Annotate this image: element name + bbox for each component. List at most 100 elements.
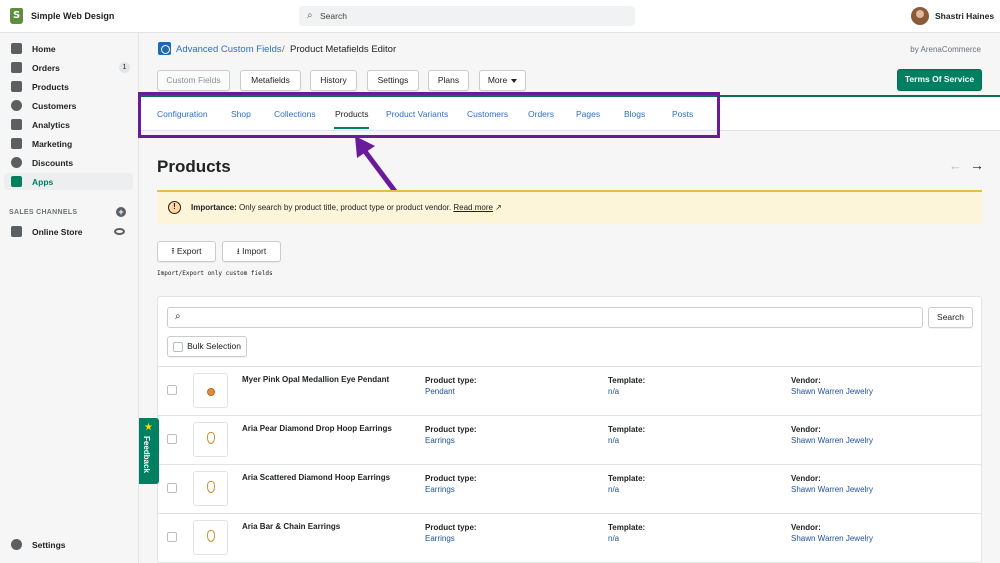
analytics-icon <box>11 119 22 130</box>
sidebar-item-home[interactable]: Home <box>4 40 133 57</box>
search-placeholder: Search <box>320 11 347 21</box>
template-value: n/a <box>608 485 620 494</box>
breadcrumb-current-page: Product Metafields Editor <box>290 44 397 55</box>
page-title: Products <box>157 157 231 176</box>
table-row[interactable]: Aria Bar & Chain Earrings Product type: … <box>158 513 981 562</box>
upload-icon: ⭱ <box>171 246 175 256</box>
bulk-selection-button[interactable]: Bulk Selection <box>167 336 247 357</box>
global-search-input[interactable]: ⌕ Search <box>299 6 635 26</box>
vendor-label: Vendor: <box>791 425 821 434</box>
product-type-label: Product type: <box>425 474 477 483</box>
product-thumbnail[interactable] <box>193 471 228 506</box>
top-bar: Simple Web Design ⌕ Search Shastri Haine… <box>0 0 1000 33</box>
feedback-tab[interactable]: ★ Feedback <box>139 418 159 484</box>
sidebar-item-label: Products <box>32 82 69 92</box>
sales-channels-header: SALES CHANNELS <box>9 209 78 216</box>
export-button[interactable]: ⭱ Export <box>157 241 216 262</box>
import-label: Import <box>242 246 267 256</box>
store-name[interactable]: Simple Web Design <box>31 11 114 21</box>
add-sales-channel-icon[interactable]: + <box>116 207 126 217</box>
row-checkbox[interactable] <box>167 532 177 542</box>
row-checkbox[interactable] <box>167 483 177 493</box>
sidebar-item-label: Analytics <box>32 120 70 130</box>
table-row[interactable]: Aria Pear Diamond Drop Hoop Earrings Pro… <box>158 415 981 464</box>
product-name[interactable]: Aria Scattered Diamond Hoop Earrings <box>242 473 390 482</box>
more-dropdown-button[interactable]: More <box>479 70 526 91</box>
table-row[interactable]: Aria Scattered Diamond Hoop Earrings Pro… <box>158 464 981 513</box>
sidebar-item-discounts[interactable]: Discounts <box>4 154 133 171</box>
bulk-selection-label: Bulk Selection <box>187 341 241 351</box>
product-name[interactable]: Aria Bar & Chain Earrings <box>242 522 340 531</box>
history-tab-button[interactable]: History <box>310 70 357 91</box>
sidebar-item-label: Orders <box>32 63 60 73</box>
sidebar-item-customers[interactable]: Customers <box>4 97 133 114</box>
vendor-value: Shawn Warren Jewelry <box>791 436 873 445</box>
settings-tab-button[interactable]: Settings <box>367 70 419 91</box>
product-thumbnail[interactable] <box>193 520 228 555</box>
plans-tab-button[interactable]: Plans <box>428 70 469 91</box>
alert-icon: ! <box>168 201 181 214</box>
row-checkbox[interactable] <box>167 385 177 395</box>
vendor-value: Shawn Warren Jewelry <box>791 485 873 494</box>
sidebar-item-settings[interactable]: Settings <box>4 536 133 553</box>
importance-banner: ! Importance: Only search by product tit… <box>157 190 982 224</box>
app-logo-icon <box>158 42 171 55</box>
template-value: n/a <box>608 534 620 543</box>
table-row[interactable]: Myer Pink Opal Medallion Eye Pendant Pro… <box>158 366 981 415</box>
sidebar-item-apps[interactable]: Apps <box>4 173 133 190</box>
next-arrow-icon[interactable]: → <box>970 157 984 173</box>
bulk-checkbox <box>173 341 184 352</box>
product-thumbnail[interactable] <box>193 422 228 457</box>
orders-count-badge: 1 <box>119 62 130 73</box>
template-value: n/a <box>608 387 620 396</box>
read-more-link[interactable]: Read more <box>453 203 493 212</box>
row-checkbox[interactable] <box>167 434 177 444</box>
breadcrumb-app-link[interactable]: Advanced Custom Fields <box>176 44 282 55</box>
sidebar-item-analytics[interactable]: Analytics <box>4 116 133 133</box>
product-thumbnail[interactable] <box>193 373 228 408</box>
sidebar-item-label: Apps <box>32 177 54 187</box>
template-label: Template: <box>608 474 646 483</box>
import-export-helper-text: Import/Export only custom fields <box>157 270 273 277</box>
home-icon <box>11 43 22 54</box>
annotation-highlight-box <box>138 92 720 138</box>
custom-fields-tab-button[interactable]: Custom Fields <box>157 70 230 91</box>
sidebar-item-orders[interactable]: Orders 1 <box>4 59 133 76</box>
gear-icon <box>11 539 22 550</box>
eye-icon[interactable] <box>114 228 125 235</box>
product-type-value: Earrings <box>425 534 455 543</box>
user-name[interactable]: Shastri Haines <box>935 11 994 21</box>
sidebar-item-label: Home <box>32 44 56 54</box>
chevron-down-icon <box>511 78 518 83</box>
shopify-logo-icon[interactable] <box>10 8 23 24</box>
template-label: Template: <box>608 523 646 532</box>
product-name[interactable]: Myer Pink Opal Medallion Eye Pendant <box>242 375 389 384</box>
sidebar-item-marketing[interactable]: Marketing <box>4 135 133 152</box>
template-label: Template: <box>608 425 646 434</box>
sidebar-item-products[interactable]: Products <box>4 78 133 95</box>
search-button[interactable]: Search <box>928 307 973 328</box>
product-search-input[interactable]: ⌕ <box>167 307 923 328</box>
products-card: ⌕ Search Bulk Selection Myer Pink Opal M… <box>157 296 982 563</box>
product-type-value: Pendant <box>425 387 455 396</box>
sidebar-item-label: Customers <box>32 101 77 111</box>
product-type-value: Earrings <box>425 485 455 494</box>
vendor-value: Shawn Warren Jewelry <box>791 387 873 396</box>
product-type-value: Earrings <box>425 436 455 445</box>
previous-arrow-icon[interactable]: ← <box>949 158 962 173</box>
metafields-tab-button[interactable]: Metafields <box>240 70 301 91</box>
avatar[interactable] <box>911 7 929 25</box>
earring-image-icon <box>207 481 215 493</box>
product-type-label: Product type: <box>425 376 477 385</box>
star-icon: ★ <box>144 422 153 433</box>
vendor-value: Shawn Warren Jewelry <box>791 534 873 543</box>
import-button[interactable]: ⭳ Import <box>222 241 281 262</box>
feedback-label: Feedback <box>142 436 151 473</box>
pendant-image-icon <box>207 388 215 396</box>
sidebar-item-label: Online Store <box>32 227 83 237</box>
download-icon: ⭳ <box>236 246 240 256</box>
sidebar-item-online-store[interactable]: Online Store <box>4 223 133 240</box>
terms-of-service-button[interactable]: Terms Of Service <box>897 69 982 91</box>
product-name[interactable]: Aria Pear Diamond Drop Hoop Earrings <box>242 424 392 433</box>
sidebar: Home Orders 1 Products Customers Analyti… <box>0 33 139 563</box>
